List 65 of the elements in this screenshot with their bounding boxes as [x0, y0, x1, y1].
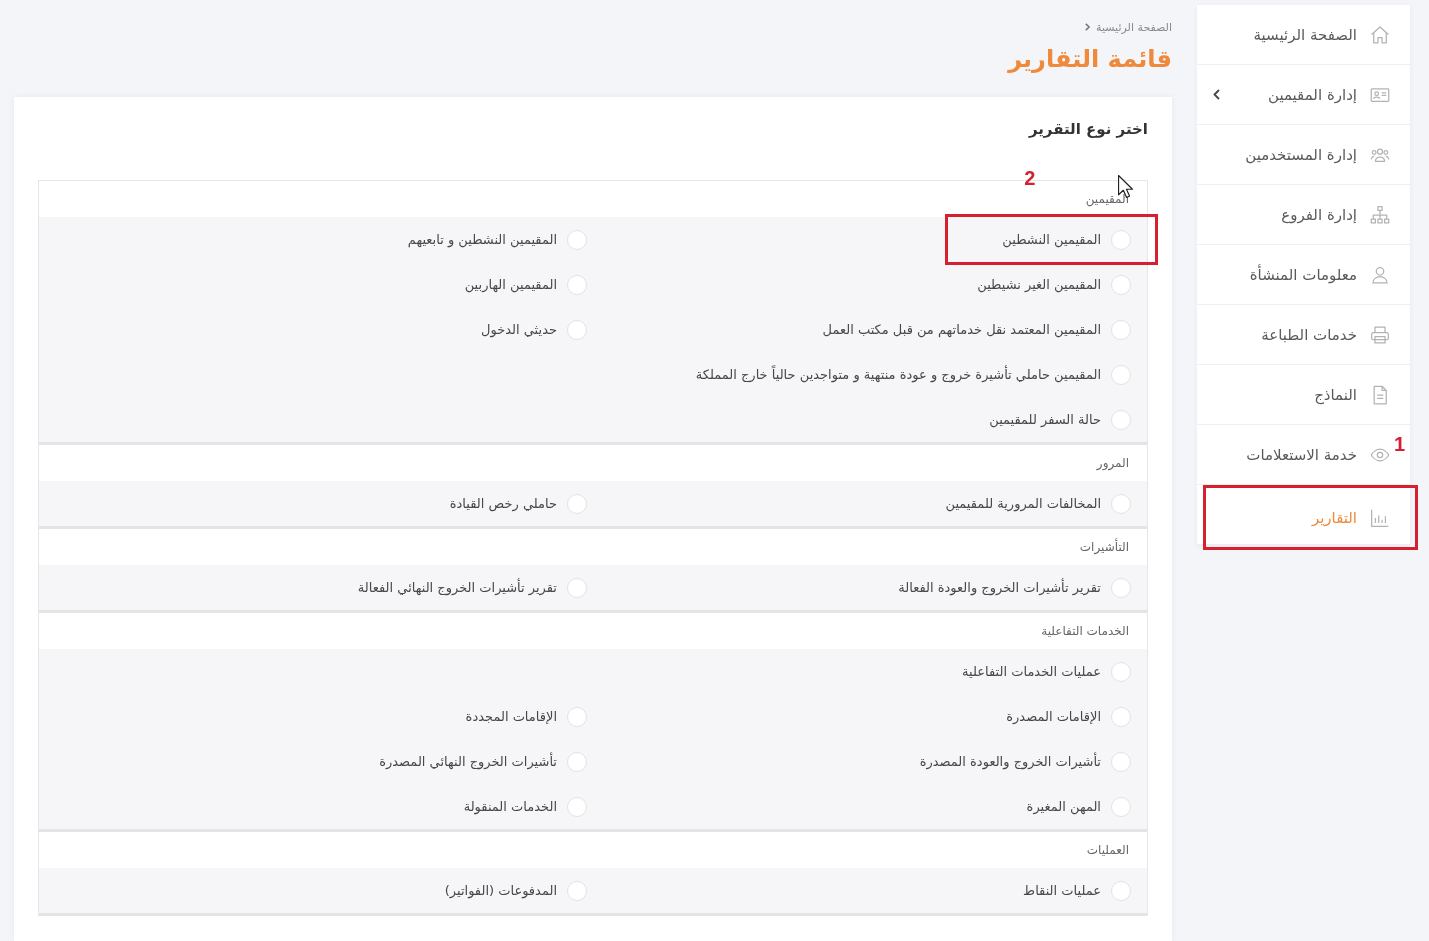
user-icon [1370, 264, 1390, 285]
radio-label: عمليات الخدمات التفاعلية [962, 662, 1101, 681]
radio-button[interactable] [1111, 229, 1131, 250]
sidebar-item[interactable]: النماذج [1314, 365, 1390, 424]
sidebar-item[interactable]: إدارة المستخدمين [1245, 125, 1390, 184]
radio-button[interactable] [1111, 706, 1131, 727]
radio-button[interactable] [1111, 796, 1131, 817]
radio-button[interactable] [567, 319, 587, 340]
radio-label: المقيمين النشطين و تابعيهم [407, 230, 557, 249]
hierarchy-icon [1370, 204, 1390, 225]
radio-label: تأشيرات الخروج النهائي المصدرة [379, 752, 557, 771]
home-icon [1370, 24, 1390, 45]
radio-label: حالة السفر للمقيمين [989, 410, 1101, 429]
sidebar-item[interactable]: خدمات الطباعة [1261, 305, 1390, 364]
radio-button[interactable] [567, 796, 587, 817]
sidebar-item[interactable]: الصفحة الرئيسية [1253, 5, 1390, 64]
radio-button[interactable] [1111, 751, 1131, 772]
radio-label: المقيمين المعتمد نقل خدماتهم من قبل مكتب العمل [822, 320, 1101, 339]
radio-label: المقيمين الغير نشيطين [977, 275, 1101, 294]
radio-button[interactable] [567, 880, 587, 901]
radio-label: عمليات النقاط [1023, 881, 1101, 900]
section-title: التأشيرات [1079, 540, 1129, 554]
radio-label: الخدمات المنقولة [463, 797, 557, 816]
radio-label: المقيمين النشطين [1002, 230, 1101, 249]
radio-button[interactable] [1111, 661, 1131, 682]
radio-label: الإقامات المصدرة [1006, 707, 1101, 726]
radio-label: المقيمين الهاربين [464, 275, 557, 294]
radio-button[interactable] [567, 577, 587, 598]
radio-label: حاملي رخص القيادة [449, 494, 557, 513]
section-title: الخدمات التفاعلية [1041, 624, 1129, 638]
radio-label: تأشيرات الخروج والعودة المصدرة [919, 752, 1101, 771]
radio-button[interactable] [1111, 880, 1131, 901]
sidebar-item[interactable]: معلومات المنشأة [1249, 245, 1390, 304]
page-title: قائمة التقارير [1006, 44, 1172, 75]
radio-label: حديثي الدخول [481, 320, 557, 339]
section-title: المقيمين [1085, 192, 1129, 206]
radio-button[interactable] [567, 493, 587, 514]
chevron-icon [1085, 23, 1091, 31]
radio-button[interactable] [567, 751, 587, 772]
sidebar-item[interactable]: خدمة الاستعلامات [1246, 425, 1390, 484]
radio-button[interactable] [1111, 493, 1131, 514]
radio-button[interactable] [567, 229, 587, 250]
section-title: المرور [1096, 456, 1129, 470]
radio-button[interactable] [1111, 409, 1131, 430]
radio-label: المقيمين حاملي تأشيرة خروج و عودة منتهية و متواجدين حالياً خارج المملكة [695, 365, 1101, 384]
annotation-number: 1 [1393, 433, 1405, 455]
radio-button[interactable] [1111, 577, 1131, 598]
radio-label: الإقامات المجددة [465, 707, 557, 726]
bar-chart-icon [1370, 507, 1390, 528]
radio-label: تقرير تأشيرات الخروج والعودة الفعالة [898, 578, 1101, 597]
radio-button[interactable] [1111, 364, 1131, 385]
card-heading: اختر نوع التقرير [1027, 119, 1148, 139]
sidebar-item[interactable]: إدارة المقيمين [1213, 65, 1390, 124]
radio-label: المدفوعات (الفواتير) [444, 881, 557, 900]
sidebar-item[interactable]: إدارة الفروع [1281, 185, 1390, 244]
radio-button[interactable] [1111, 274, 1131, 295]
annotation-number: 2 [1024, 166, 1036, 189]
radio-button[interactable] [567, 706, 587, 727]
radio-label: تقرير تأشيرات الخروج النهائي الفعالة [357, 578, 557, 597]
radio-label: المهن المغيرة [1026, 797, 1101, 816]
radio-button[interactable] [567, 274, 587, 295]
printer-icon [1370, 324, 1390, 345]
radio-button[interactable] [1111, 319, 1131, 340]
section-title: العمليات [1086, 843, 1129, 857]
radio-label: المخالفات المرورية للمقيمين [945, 494, 1101, 513]
